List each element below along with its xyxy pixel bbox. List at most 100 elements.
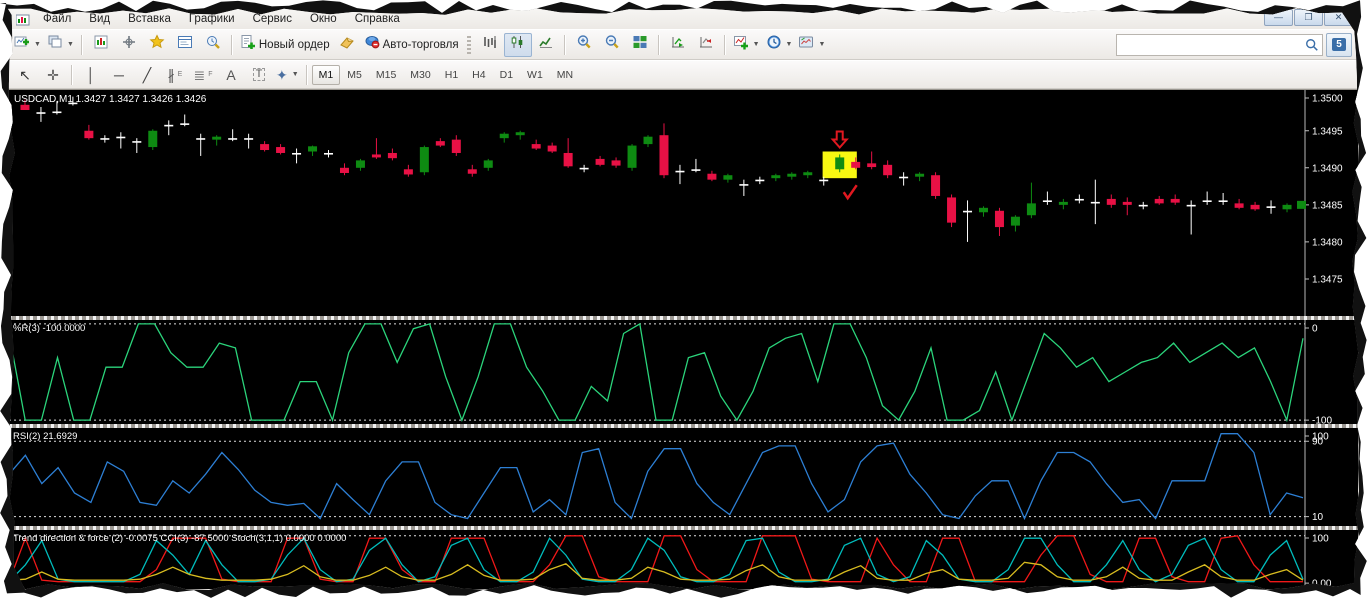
toolbar-separator — [306, 65, 308, 85]
timeframe-m30[interactable]: M30 — [403, 65, 437, 85]
strategy-tester-button[interactable] — [199, 33, 227, 57]
timeframe-d1[interactable]: D1 — [493, 65, 520, 85]
tile-windows-icon — [632, 34, 648, 55]
candle — [212, 137, 221, 140]
zoom-in-button[interactable] — [570, 33, 598, 57]
axis-label-main: 1.3485 — [1312, 200, 1343, 211]
cursor-tool-button[interactable]: ↖ — [11, 63, 39, 87]
menu-item-3[interactable]: Графики — [180, 11, 244, 27]
channel-tool-button[interactable]: ∦E — [161, 63, 189, 87]
shapes-tool-button[interactable]: ✦▼ — [273, 63, 302, 87]
candle — [1027, 203, 1036, 215]
strategy-tester-icon — [205, 34, 221, 55]
toolbar-separator — [71, 65, 73, 85]
candle — [388, 153, 397, 158]
candle — [995, 211, 1004, 227]
menu-item-6[interactable]: Справка — [346, 11, 409, 27]
chart-shift-button[interactable] — [692, 33, 720, 57]
periods-icon — [766, 34, 782, 55]
fibonacci-tool-button[interactable]: ≣F — [189, 63, 217, 87]
indicators-button[interactable]: ▼ — [730, 33, 763, 57]
terminal-button[interactable] — [171, 33, 199, 57]
search-icon[interactable] — [1302, 38, 1322, 52]
candle — [164, 125, 173, 127]
templates-icon — [798, 34, 814, 55]
candle — [915, 174, 924, 177]
candle — [132, 141, 141, 143]
candle — [484, 160, 493, 167]
candle — [564, 153, 573, 166]
trendline-tool-button[interactable]: ╱ — [133, 63, 161, 87]
candle — [1107, 199, 1116, 205]
tile-windows-button[interactable] — [626, 33, 654, 57]
timeframe-m5[interactable]: M5 — [340, 65, 369, 85]
chart-candles-icon — [510, 34, 526, 55]
timeframe-m1[interactable]: M1 — [312, 65, 341, 85]
candle — [452, 140, 461, 153]
profiles-button[interactable]: ▼ — [44, 33, 77, 57]
profiles-icon — [47, 34, 63, 55]
candle — [292, 153, 301, 155]
candle — [899, 177, 908, 179]
candle — [260, 144, 269, 150]
text-tool-button[interactable]: A — [217, 63, 245, 87]
menu-item-0[interactable]: Файл — [34, 11, 80, 27]
menu-item-4[interactable]: Сервис — [244, 11, 301, 27]
candle — [100, 138, 109, 140]
crosshair-tool-button[interactable]: ✛ — [39, 63, 67, 87]
new-chart-button[interactable]: ▼ — [11, 33, 44, 57]
axis-label-main: 1.3500 — [1312, 94, 1343, 105]
zoom-out-button[interactable] — [598, 33, 626, 57]
indicator-label-rsi: RSI(2) 21.6929 — [13, 431, 77, 442]
menu-item-2[interactable]: Вставка — [119, 11, 180, 27]
chart-bars-button[interactable] — [476, 33, 504, 57]
chart-candles-button[interactable] — [504, 33, 532, 57]
candle — [548, 146, 557, 152]
timeframe-h1[interactable]: H1 — [438, 65, 465, 85]
label-tool-button[interactable]: T — [245, 63, 273, 87]
toolbar-separator — [724, 35, 726, 55]
candle — [148, 131, 157, 147]
candle — [1155, 199, 1164, 203]
auto-scroll-button[interactable] — [664, 33, 692, 57]
chart-workspace[interactable]: 1.35001.34951.34901.34851.34801.3475USDC… — [9, 89, 1358, 589]
candle — [1123, 202, 1132, 205]
timeframe-mn[interactable]: MN — [550, 65, 580, 85]
close-button[interactable]: ✕ — [1324, 9, 1353, 26]
data-window-button[interactable] — [115, 33, 143, 57]
timeframe-m15[interactable]: M15 — [369, 65, 403, 85]
candle — [372, 154, 381, 157]
candle — [36, 112, 45, 114]
timeframe-h4[interactable]: H4 — [465, 65, 492, 85]
chart-line-button[interactable] — [532, 33, 560, 57]
menu-item-5[interactable]: Окно — [301, 11, 346, 27]
candle — [755, 180, 764, 182]
symbol-ohlc-label: USDCAD,M1 1.3427 1.3427 1.3426 1.3426 — [14, 94, 207, 105]
channel-tool-icon: ∦ — [168, 68, 175, 82]
menu-item-1[interactable]: Вид — [80, 11, 119, 27]
timeframe-w1[interactable]: W1 — [520, 65, 550, 85]
mql5-community-button[interactable]: 5 — [1326, 33, 1352, 57]
market-watch-button[interactable] — [87, 33, 115, 57]
panel-rsi[interactable]: 1009010RSI(2) 21.6929 — [9, 428, 1358, 526]
restore-button[interactable]: ❐ — [1294, 9, 1323, 26]
panel-wpr[interactable]: 0-100%R(3) -100.0000 — [9, 320, 1358, 424]
periods-button[interactable]: ▼ — [763, 33, 796, 57]
panel-tdf[interactable]: 1000.00Trend direction & force (2) -0.00… — [9, 530, 1358, 586]
panel-main[interactable]: 1.35001.34951.34901.34851.34801.3475USDC… — [9, 90, 1358, 316]
minimize-button[interactable]: — — [1264, 9, 1293, 26]
autotrading-button[interactable]: Авто-торговля — [361, 33, 462, 57]
axis-label-main: 1.3490 — [1312, 163, 1343, 174]
candle — [691, 169, 700, 171]
horizontal-line-tool-button[interactable]: ─ — [105, 63, 133, 87]
candle — [324, 153, 333, 155]
axis-label-main: 1.3495 — [1312, 126, 1343, 137]
vertical-line-tool-button[interactable]: │ — [77, 63, 105, 87]
candle — [867, 163, 876, 167]
templates-button[interactable]: ▼ — [795, 33, 828, 57]
metaeditor-button[interactable] — [333, 33, 361, 57]
search-input[interactable] — [1117, 37, 1302, 53]
toolbar-separator — [81, 35, 83, 55]
navigator-button[interactable] — [143, 33, 171, 57]
new-order-button[interactable]: Новый ордер — [237, 33, 333, 57]
